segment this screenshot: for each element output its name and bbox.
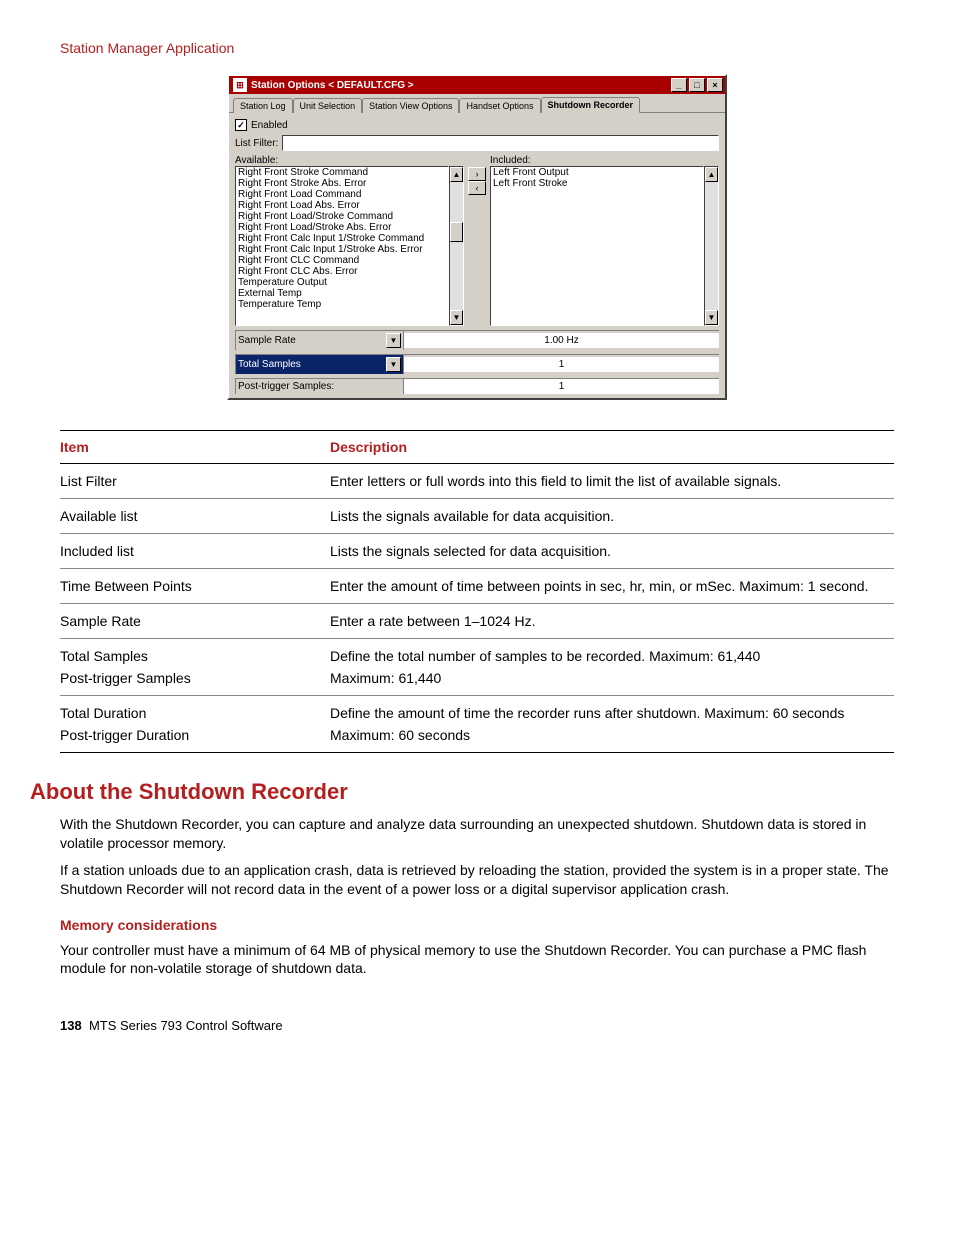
total-samples-label: Total Samples — [238, 359, 301, 370]
post-trigger-label-cell: Post-trigger Samples: — [236, 379, 404, 394]
tab-row: Station Log Unit Selection Station View … — [229, 94, 725, 113]
list-filter-input[interactable] — [282, 135, 719, 151]
list-item[interactable]: Right Front CLC Command — [236, 255, 448, 266]
list-item[interactable]: Right Front Stroke Abs. Error — [236, 178, 448, 189]
list-item[interactable]: Right Front Load/Stroke Abs. Error — [236, 222, 448, 233]
tab-station-log[interactable]: Station Log — [233, 98, 293, 113]
station-options-window: ⊞ Station Options < DEFAULT.CFG > _ □ × … — [227, 74, 727, 400]
list-item[interactable]: Temperature Temp — [236, 299, 448, 310]
sample-rate-label: Sample Rate — [238, 335, 296, 346]
included-listbox[interactable]: Left Front Output Left Front Stroke — [490, 166, 704, 326]
table-row: List FilterEnter letters or full words i… — [60, 464, 894, 499]
sample-rate-value[interactable]: 1.00 Hz — [404, 333, 719, 348]
table-row: Available listLists the signals availabl… — [60, 499, 894, 534]
list-filter-label: List Filter: — [235, 138, 278, 149]
enabled-label: Enabled — [251, 120, 288, 131]
sample-rate-dropdown[interactable]: Sample Rate ▼ — [236, 331, 404, 350]
chevron-down-icon[interactable]: ▼ — [386, 333, 401, 348]
list-item[interactable]: Right Front Calc Input 1/Stroke Command — [236, 233, 448, 244]
scroll-down-icon[interactable]: ▼ — [450, 310, 463, 325]
page-footer: 138 MTS Series 793 Control Software — [60, 1018, 894, 1033]
list-item[interactable]: Temperature Output — [236, 277, 448, 288]
scroll-thumb[interactable] — [450, 222, 463, 242]
list-item[interactable]: Left Front Stroke — [491, 178, 703, 189]
scroll-down-icon[interactable]: ▼ — [705, 310, 718, 325]
total-samples-value[interactable]: 1 — [404, 357, 719, 372]
table-header-item: Item — [60, 431, 330, 464]
list-item[interactable]: Right Front Load/Stroke Command — [236, 211, 448, 222]
minimize-button[interactable]: _ — [671, 78, 687, 92]
table-header-description: Description — [330, 431, 894, 464]
included-label: Included: — [490, 155, 719, 166]
table-row: Post-trigger SamplesMaximum: 61,440 — [60, 666, 894, 696]
post-trigger-label: Post-trigger Samples: — [238, 381, 334, 392]
post-trigger-value[interactable]: 1 — [404, 379, 719, 394]
section-p1: With the Shutdown Recorder, you can capt… — [60, 815, 894, 853]
list-item[interactable]: Right Front Load Abs. Error — [236, 200, 448, 211]
tab-unit-selection[interactable]: Unit Selection — [293, 98, 363, 113]
table-row: Total DurationDefine the amount of time … — [60, 696, 894, 724]
table-row: Time Between PointsEnter the amount of t… — [60, 569, 894, 604]
table-row: Total SamplesDefine the total number of … — [60, 639, 894, 667]
subheading-memory: Memory considerations — [60, 917, 894, 933]
available-label: Available: — [235, 155, 464, 166]
list-item[interactable]: Right Front Calc Input 1/Stroke Abs. Err… — [236, 244, 448, 255]
list-item[interactable]: External Temp — [236, 288, 448, 299]
remove-button[interactable]: ‹ — [468, 181, 486, 195]
table-row: Included listLists the signals selected … — [60, 534, 894, 569]
page-header-title: Station Manager Application — [60, 40, 894, 56]
window-titlebar[interactable]: ⊞ Station Options < DEFAULT.CFG > _ □ × — [229, 76, 725, 94]
tab-shutdown-recorder[interactable]: Shutdown Recorder — [541, 97, 641, 113]
section-heading: About the Shutdown Recorder — [30, 779, 894, 805]
included-scrollbar[interactable]: ▲ ▼ — [704, 166, 719, 326]
tab-handset-options[interactable]: Handset Options — [459, 98, 540, 113]
window-title: Station Options < DEFAULT.CFG > — [251, 80, 671, 91]
total-samples-dropdown[interactable]: Total Samples ▼ — [236, 355, 404, 374]
table-row: Post-trigger DurationMaximum: 60 seconds — [60, 723, 894, 753]
app-icon: ⊞ — [233, 78, 247, 92]
enabled-checkbox[interactable]: ✓ — [235, 119, 247, 131]
list-item[interactable]: Right Front Stroke Command — [236, 167, 448, 178]
list-item[interactable]: Right Front CLC Abs. Error — [236, 266, 448, 277]
page-number: 138 — [60, 1018, 82, 1033]
chevron-down-icon[interactable]: ▼ — [386, 357, 401, 372]
close-button[interactable]: × — [707, 78, 723, 92]
available-scrollbar[interactable]: ▲ ▼ — [449, 166, 464, 326]
tab-station-view-options[interactable]: Station View Options — [362, 98, 459, 113]
section-p2: If a station unloads due to an applicati… — [60, 861, 894, 899]
table-row: Sample RateEnter a rate between 1–1024 H… — [60, 604, 894, 639]
scroll-up-icon[interactable]: ▲ — [705, 167, 718, 182]
scroll-up-icon[interactable]: ▲ — [450, 167, 463, 182]
maximize-button[interactable]: □ — [689, 78, 705, 92]
list-item[interactable]: Right Front Load Command — [236, 189, 448, 200]
list-item[interactable]: Left Front Output — [491, 167, 703, 178]
add-button[interactable]: › — [468, 167, 486, 181]
doc-table: Item Description List FilterEnter letter… — [60, 430, 894, 753]
section-sub1-body: Your controller must have a minimum of 6… — [60, 941, 894, 979]
footer-product: MTS Series 793 Control Software — [89, 1018, 283, 1033]
available-listbox[interactable]: Right Front Stroke Command Right Front S… — [235, 166, 449, 326]
